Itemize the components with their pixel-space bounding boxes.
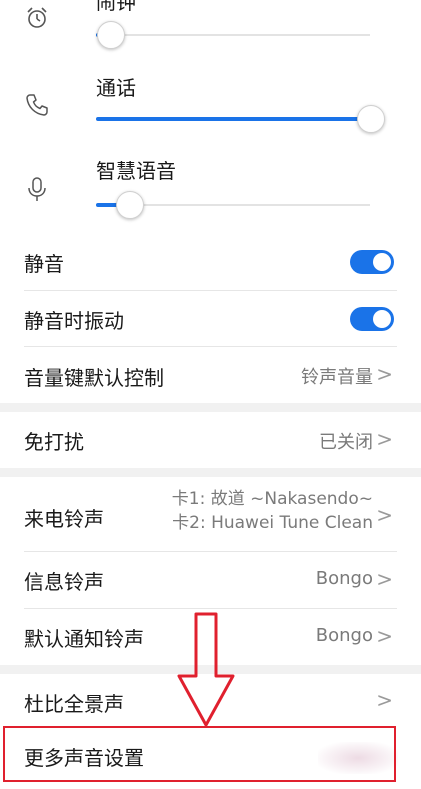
alarm-volume-label: 闹钟 [96, 0, 136, 14]
call-volume-label: 通话 [96, 76, 136, 100]
vibrate-on-mute-toggle[interactable] [350, 307, 394, 331]
toggle-knob [373, 310, 391, 328]
slider-fill [96, 117, 370, 121]
chevron-right-icon: > [376, 503, 393, 527]
ringtone-label: 来电铃声 [24, 507, 104, 531]
alarm-volume-slider[interactable] [96, 20, 370, 50]
section-gap [0, 403, 421, 412]
notification-tone-value: Bongo [315, 625, 373, 646]
chevron-right-icon: > [376, 567, 393, 591]
slider-thumb[interactable] [115, 191, 144, 219]
ringtone-values: 卡1: 故道 ~Nakasendo~ 卡2: Huawei Tune Clean [172, 487, 373, 535]
microphone-icon [28, 177, 46, 201]
do-not-disturb-label: 免打扰 [24, 430, 84, 454]
chevron-right-icon: > [376, 427, 393, 451]
assistant-volume-label: 智慧语音 [96, 159, 176, 183]
message-tone-row[interactable]: 信息铃声 Bongo > [0, 552, 421, 608]
message-tone-label: 信息铃声 [24, 570, 104, 594]
alarm-clock-icon [27, 7, 47, 28]
annotation-highlight-box [3, 726, 396, 782]
volume-key-default-value: 铃声音量 [301, 367, 373, 388]
mute-label: 静音 [24, 252, 64, 276]
slider-thumb[interactable] [96, 21, 125, 49]
vibrate-on-mute-label: 静音时振动 [24, 309, 124, 333]
ringtone-sim2: 卡2: Huawei Tune Clean [172, 513, 373, 533]
message-tone-value: Bongo [315, 568, 373, 589]
call-volume-slider[interactable] [96, 104, 385, 134]
ringtone-sim1: 卡1: 故道 ~Nakasendo~ [171, 489, 373, 509]
volume-key-default-row[interactable]: 音量键默认控制 铃声音量 > [0, 347, 421, 403]
dolby-label: 杜比全景声 [24, 692, 124, 716]
phone-icon [26, 94, 48, 116]
mute-row[interactable]: 静音 [0, 234, 421, 290]
volume-key-default-label: 音量键默认控制 [24, 366, 164, 390]
do-not-disturb-value: 已关闭 [319, 432, 373, 453]
slider-thumb[interactable] [357, 105, 385, 133]
chevron-right-icon: > [376, 362, 393, 386]
ringtone-row[interactable]: 来电铃声 卡1: 故道 ~Nakasendo~ 卡2: Huawei Tune … [0, 477, 421, 551]
chevron-right-icon: > [376, 688, 393, 712]
annotation-down-arrow-icon [177, 612, 235, 727]
toggle-knob [373, 253, 391, 271]
section-gap [0, 468, 421, 477]
mute-toggle[interactable] [350, 250, 394, 274]
notification-tone-label: 默认通知铃声 [24, 627, 144, 651]
vibrate-on-mute-row[interactable]: 静音时振动 [0, 291, 421, 347]
slider-track [96, 34, 370, 36]
do-not-disturb-row[interactable]: 免打扰 已关闭 > [0, 412, 421, 468]
assistant-volume-slider[interactable] [96, 190, 370, 220]
chevron-right-icon: > [376, 624, 393, 648]
